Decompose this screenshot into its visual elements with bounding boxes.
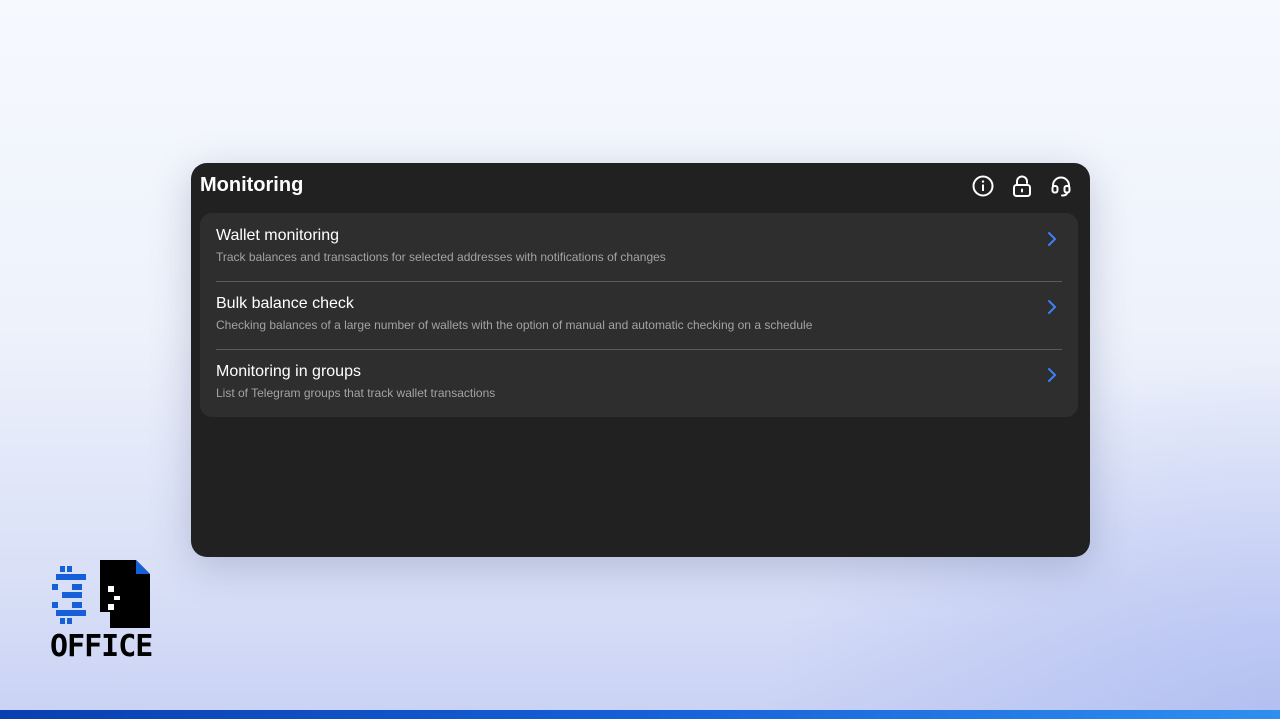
menu-item-title: Monitoring in groups: [216, 363, 361, 380]
header-actions: [970, 174, 1074, 198]
menu-item-wallet-monitoring[interactable]: Wallet monitoring Track balances and tra…: [200, 213, 1078, 281]
monitoring-panel: Monitoring Wallet monitoring Track balan…: [191, 163, 1090, 557]
menu-item-description: Checking balances of a large number of w…: [216, 318, 813, 332]
chevron-right-icon: [1048, 368, 1056, 382]
brand-logo: OFFICE: [50, 560, 153, 664]
menu-item-monitoring-in-groups[interactable]: Monitoring in groups List of Telegram gr…: [200, 349, 1078, 417]
menu-item-description: List of Telegram groups that track walle…: [216, 386, 496, 400]
bottom-accent-bar: [0, 710, 1280, 719]
info-icon: [972, 175, 994, 197]
headset-icon: [1051, 176, 1071, 197]
support-button[interactable]: [1048, 174, 1074, 198]
menu-item-title: Bulk balance check: [216, 295, 354, 312]
monitoring-options-list: Wallet monitoring Track balances and tra…: [200, 213, 1078, 417]
logo-text: OFFICE: [50, 629, 153, 664]
chevron-right-icon: [1048, 300, 1056, 314]
bitcoin-document-logo-icon: [52, 560, 150, 628]
menu-item-title: Wallet monitoring: [216, 227, 340, 244]
menu-item-bulk-balance-check[interactable]: Bulk balance check Checking balances of …: [200, 281, 1078, 349]
info-button[interactable]: [970, 174, 996, 198]
page-title: Monitoring: [200, 174, 304, 196]
menu-item-description: Track balances and transactions for sele…: [216, 250, 666, 264]
chevron-right-icon: [1048, 232, 1056, 246]
lock-button[interactable]: [1009, 174, 1035, 198]
lock-icon: [1013, 175, 1031, 197]
